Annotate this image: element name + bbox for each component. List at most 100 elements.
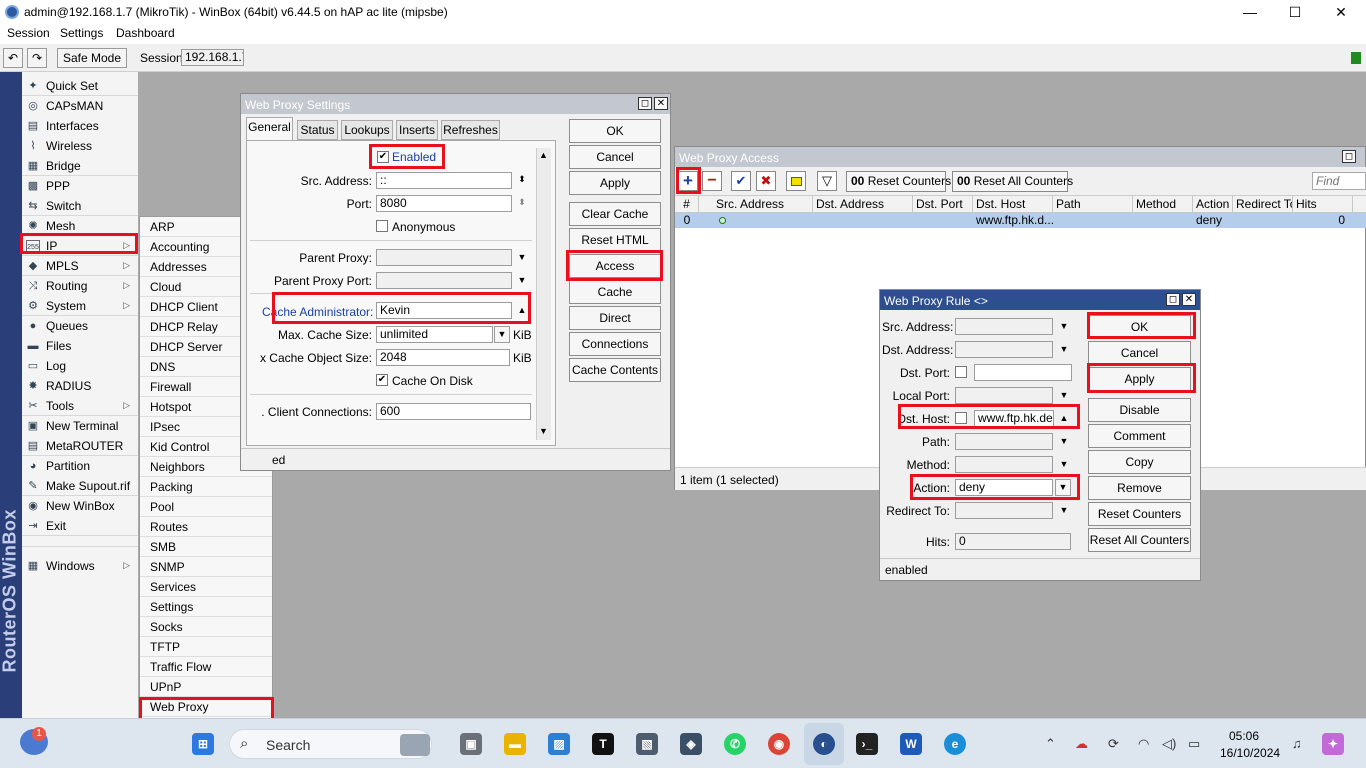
dropdown-icon[interactable]: ▼	[494, 326, 510, 343]
updown-icon[interactable]: ⬍	[517, 197, 527, 207]
maximize-button[interactable]: ☐	[1280, 2, 1310, 22]
sidebar-item-exit[interactable]: ⇥ Exit	[22, 516, 138, 536]
copy-button[interactable]: Copy	[1088, 450, 1191, 474]
sidebar-item-capsman[interactable]: ◎ CAPsMAN	[22, 96, 138, 116]
sidebar-item-radius[interactable]: ✸ RADIUS	[22, 376, 138, 396]
remove-button[interactable]: Remove	[1088, 476, 1191, 500]
sidebar-item-system[interactable]: ⚙ System ▷	[22, 296, 138, 316]
apply-button[interactable]: Apply	[1088, 367, 1191, 391]
sidebar-item-partition[interactable]: ◕ Partition	[22, 456, 138, 476]
ip-menu-traffic-flow[interactable]: Traffic Flow	[140, 657, 272, 677]
dst-port-field[interactable]	[974, 364, 1072, 381]
col-action[interactable]: Action	[1193, 196, 1233, 213]
sidebar-item-metarouter[interactable]: ▤ MetaROUTER	[22, 436, 138, 456]
whatsapp-icon[interactable]: ✆	[724, 733, 746, 755]
col-hits[interactable]: Hits	[1293, 196, 1353, 213]
sidebar-item-routing[interactable]: ⤨ Routing ▷	[22, 276, 138, 296]
dropdown-icon[interactable]: ▼	[517, 275, 527, 285]
comment-icon[interactable]	[786, 171, 806, 191]
sidebar-item-mpls[interactable]: ◆ MPLS ▷	[22, 256, 138, 276]
tab-refreshes[interactable]: Refreshes	[441, 120, 500, 140]
reset-all-counters-button[interactable]: 00 Reset All Counters	[952, 171, 1073, 192]
reset-all-counters-button[interactable]: Reset All Counters	[1088, 528, 1191, 552]
ip-menu-smb[interactable]: SMB	[140, 537, 272, 557]
sidebar-item-tools[interactable]: ✂ Tools ▷	[22, 396, 138, 416]
terminal-icon[interactable]: ›_	[856, 733, 878, 755]
clock-date[interactable]: 16/10/2024	[1220, 746, 1280, 760]
apply-button[interactable]: Apply	[569, 171, 661, 195]
ip-menu-upnp[interactable]: UPnP	[140, 677, 272, 697]
remove-icon[interactable]: −	[702, 171, 722, 191]
dropdown-icon[interactable]: ▼	[1055, 479, 1071, 496]
col-path[interactable]: Path	[1053, 196, 1133, 213]
ip-menu-socks[interactable]: Socks	[140, 617, 272, 637]
col-redirect-to[interactable]: Redirect To	[1233, 196, 1293, 213]
dst-port-not-checkbox[interactable]	[955, 366, 967, 378]
port-field[interactable]: 8080	[376, 195, 512, 212]
ip-menu-pool[interactable]: Pool	[140, 497, 272, 517]
close-icon[interactable]: ✕	[654, 97, 668, 110]
settings-scrollbar[interactable]: ▲ ▼	[536, 148, 551, 440]
dropdown-icon[interactable]: ▼	[517, 252, 527, 262]
virtualbox-icon[interactable]: ◈	[680, 733, 702, 755]
tab-lookups[interactable]: Lookups	[341, 120, 393, 140]
col-src-address[interactable]: Src. Address	[713, 196, 813, 213]
image-app-icon[interactable]: ▨	[548, 733, 570, 755]
col-number[interactable]: #	[675, 196, 699, 213]
restore-icon[interactable]: ◻	[638, 97, 652, 110]
col-dst-port[interactable]: Dst. Port	[913, 196, 973, 213]
dst-address-field[interactable]	[955, 341, 1053, 358]
wifi-icon[interactable]: ◠	[1138, 736, 1149, 752]
menu-session[interactable]: Session	[7, 26, 50, 40]
ip-menu-settings[interactable]: Settings	[140, 597, 272, 617]
disable-icon[interactable]: ✖	[756, 171, 776, 191]
menu-dashboard[interactable]: Dashboard	[116, 26, 175, 40]
battery-icon[interactable]: ▭	[1188, 736, 1200, 752]
ok-button[interactable]: OK	[1088, 315, 1191, 339]
method-field[interactable]	[955, 456, 1053, 473]
ip-menu-services[interactable]: Services	[140, 577, 272, 597]
redirect-to-field[interactable]	[955, 502, 1053, 519]
redo-icon[interactable]: ↷	[27, 48, 47, 68]
copilot-icon[interactable]: ✦	[1322, 733, 1344, 755]
sidebar-item-new-terminal[interactable]: ▣ New Terminal	[22, 416, 138, 436]
sidebar-item-wireless[interactable]: ⌇ Wireless	[22, 136, 138, 156]
sidebar-item-mesh[interactable]: ✺ Mesh	[22, 216, 138, 236]
cancel-button[interactable]: Cancel	[569, 145, 661, 169]
dropdown-icon[interactable]: ▼	[1059, 390, 1069, 400]
sidebar-item-interfaces[interactable]: ▤ Interfaces	[22, 116, 138, 136]
ip-menu-tftp[interactable]: TFTP	[140, 637, 272, 657]
dropdown-icon[interactable]: ▼	[1059, 321, 1069, 331]
security-app-icon[interactable]: ▧	[636, 733, 658, 755]
sidebar-item-quick-set[interactable]: ✦ Quick Set	[22, 76, 138, 96]
cache-admin-field[interactable]: Kevin	[376, 302, 512, 319]
ip-menu-snmp[interactable]: SNMP	[140, 557, 272, 577]
close-button[interactable]: ✕	[1326, 2, 1356, 22]
search-box[interactable]: ⌕ Search	[229, 729, 432, 759]
src-address-field[interactable]: ::	[376, 172, 512, 189]
cache-contents-button[interactable]: Cache Contents	[569, 358, 661, 382]
client-connections-field[interactable]: 600	[376, 403, 531, 420]
dropdown-icon[interactable]: ▼	[1059, 505, 1069, 515]
restore-icon[interactable]: ◻	[1166, 293, 1180, 306]
tab-general[interactable]: General	[246, 117, 293, 141]
cancel-button[interactable]: Cancel	[1088, 341, 1191, 365]
cache-button[interactable]: Cache	[569, 280, 661, 304]
close-icon[interactable]: ✕	[1182, 293, 1196, 306]
col-dst-host[interactable]: Dst. Host	[973, 196, 1053, 213]
safe-mode-button[interactable]: Safe Mode	[57, 48, 127, 68]
sidebar-item-files[interactable]: ▬ Files	[22, 336, 138, 356]
tradingview-icon[interactable]: T	[592, 733, 614, 755]
start-icon[interactable]: ⊞	[192, 733, 214, 755]
reset-counters-button[interactable]: 00 Reset Counters	[846, 171, 951, 192]
updown-icon[interactable]: ⬍	[517, 174, 527, 184]
tab-inserts[interactable]: Inserts	[396, 120, 438, 140]
winbox-taskbar-icon[interactable]: ◐	[813, 733, 835, 755]
chevron-up-icon[interactable]: ⌃	[1045, 736, 1056, 752]
minimize-button[interactable]: —	[1235, 2, 1265, 22]
sidebar-item-windows[interactable]: ▦ Windows ▷	[22, 556, 138, 576]
local-port-field[interactable]	[955, 387, 1053, 404]
scroll-up-icon[interactable]: ▲	[539, 150, 548, 160]
dropdown-icon[interactable]: ▼	[1059, 436, 1069, 446]
enable-icon[interactable]: ✔	[731, 171, 751, 191]
